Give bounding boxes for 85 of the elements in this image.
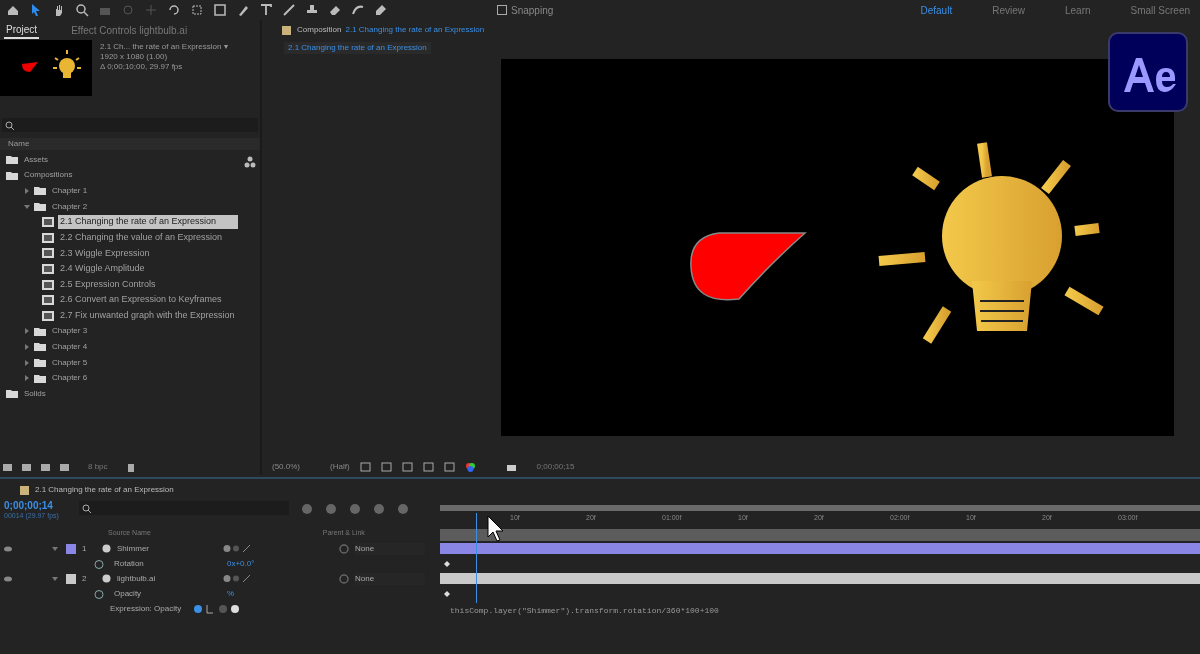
- roto-brush-icon[interactable]: [351, 3, 365, 17]
- layer-number: 2: [82, 572, 88, 585]
- brush-icon[interactable]: [282, 3, 296, 17]
- folder-item[interactable]: Assets: [22, 153, 50, 166]
- label-color-swatch[interactable]: [66, 543, 76, 554]
- switches-icon[interactable]: [223, 574, 253, 583]
- timecode[interactable]: 0;00;00;14: [4, 501, 59, 511]
- rotate-icon[interactable]: [167, 3, 181, 17]
- type-icon[interactable]: [259, 3, 273, 17]
- layer-name[interactable]: lightbulb.ai: [117, 572, 207, 585]
- composition-item[interactable]: 2.5 Expression Controls: [58, 277, 158, 292]
- workspace-tab[interactable]: Review: [992, 2, 1025, 18]
- composition-item[interactable]: 2.4 Wiggle Amplitude: [58, 262, 147, 276]
- flowchart-icon[interactable]: [244, 156, 256, 168]
- property-name: Rotation: [114, 557, 145, 570]
- color-channels-icon[interactable]: [464, 461, 476, 472]
- twirl-arrow-icon[interactable]: [24, 328, 30, 335]
- panel-tab[interactable]: Effect Controls lightbulb.ai: [69, 21, 190, 39]
- breadcrumb[interactable]: 2.1 Changing the rate of an Expression: [284, 42, 431, 54]
- folder-item[interactable]: Solids: [22, 387, 48, 400]
- workspace-tab[interactable]: Default: [920, 2, 953, 18]
- timeline-tab[interactable]: 2.1 Changing the rate of an Expression: [35, 484, 174, 496]
- eraser-icon[interactable]: [328, 3, 342, 17]
- twirl-arrow-icon[interactable]: [24, 343, 30, 350]
- snapping-checkbox[interactable]: [497, 5, 507, 15]
- folder-item[interactable]: Compositions: [22, 169, 75, 182]
- twirl-arrow-icon[interactable]: [24, 188, 30, 194]
- composition-item[interactable]: 2.2 Changing the value of an Expression: [58, 231, 225, 245]
- property-value[interactable]: %: [227, 587, 235, 600]
- stopwatch-icon[interactable]: [94, 588, 104, 599]
- workspace-tab[interactable]: Learn: [1064, 2, 1091, 18]
- search-icon: [81, 503, 91, 513]
- expression-code[interactable]: thisComp.layer("Shimmer").transform.rotation/360*100+100: [450, 605, 1200, 617]
- visibility-eye-icon[interactable]: [4, 545, 12, 552]
- magnification-dropdown[interactable]: (50.0%): [272, 460, 300, 473]
- search-icon: [5, 120, 14, 130]
- composition-item[interactable]: 2.1 Changing the rate of an Expression: [58, 215, 238, 229]
- layer-type-icon: [102, 574, 111, 583]
- column-header: Name: [0, 138, 260, 150]
- composition-tab-name: 2.1 Changing the rate of an Expression: [345, 24, 485, 36]
- layer-number: 1: [82, 542, 88, 555]
- folder-item[interactable]: Chapter 3: [50, 325, 90, 338]
- composition-tab[interactable]: Composition 2.1 Changing the rate of an Expression: [297, 24, 485, 36]
- search-field[interactable]: [2, 118, 258, 132]
- twirl-arrow-icon[interactable]: [52, 545, 58, 552]
- composition-item[interactable]: 2.3 Wiggle Expression: [58, 246, 152, 261]
- home-icon[interactable]: [6, 3, 20, 17]
- label-color-swatch[interactable]: [66, 573, 76, 584]
- current-time[interactable]: 0;00;00;15: [536, 460, 575, 473]
- twirl-arrow-icon[interactable]: [52, 575, 58, 582]
- bit-depth-label[interactable]: 8 bpc: [88, 461, 108, 473]
- resolution-dropdown[interactable]: (Half): [330, 460, 350, 473]
- twirl-arrow-icon[interactable]: [24, 375, 30, 382]
- mouse-pointer-icon: [486, 515, 506, 543]
- keyframe-icon[interactable]: [444, 560, 450, 567]
- composition-duration: Δ 0;00;10;00, 29.97 fps: [100, 62, 184, 72]
- folder-item[interactable]: Chapter 1: [50, 185, 90, 197]
- switches-icon[interactable]: [223, 544, 253, 553]
- folder-item[interactable]: Chapter 2: [50, 200, 90, 213]
- twirl-arrow-icon[interactable]: [24, 359, 30, 366]
- pick-whip-icon[interactable]: [339, 543, 349, 554]
- composition-tab-label: Composition: [297, 24, 342, 36]
- composition-size: 1920 x 1080 (1.00): [100, 52, 169, 62]
- layer-type-icon: [102, 544, 111, 553]
- expression-label: Expression: Opacity: [110, 602, 182, 615]
- property-name: Opacity: [114, 587, 143, 600]
- stopwatch-icon[interactable]: [94, 558, 104, 569]
- twirl-arrow-icon[interactable]: [24, 203, 30, 210]
- snapping-label: Snapping: [511, 3, 554, 18]
- composition-name: 2.1 Ch... the rate of an Expression ▾: [100, 42, 228, 52]
- folder-item[interactable]: Chapter 5: [50, 356, 90, 369]
- rectangle-tool-icon[interactable]: [213, 3, 227, 17]
- layer-search-field[interactable]: [78, 501, 289, 515]
- folder-item[interactable]: Chapter 6: [50, 372, 90, 385]
- folder-item[interactable]: Chapter 4: [50, 340, 90, 353]
- layer-name[interactable]: Shimmer: [117, 542, 207, 555]
- pen-icon[interactable]: [236, 3, 250, 17]
- search-icon[interactable]: [75, 3, 89, 17]
- composition-item[interactable]: 2.7 Fix unwanted graph with the Expression: [58, 309, 237, 323]
- visibility-eye-icon[interactable]: [4, 575, 12, 582]
- keyframe-icon[interactable]: [444, 590, 450, 597]
- composition-item[interactable]: 2.6 Convert an Expression to Keyframes: [58, 293, 224, 307]
- pick-whip-icon[interactable]: [339, 573, 349, 584]
- property-value[interactable]: 0x+0.0°: [227, 557, 255, 570]
- workspace-tab[interactable]: Small Screen: [1130, 2, 1190, 18]
